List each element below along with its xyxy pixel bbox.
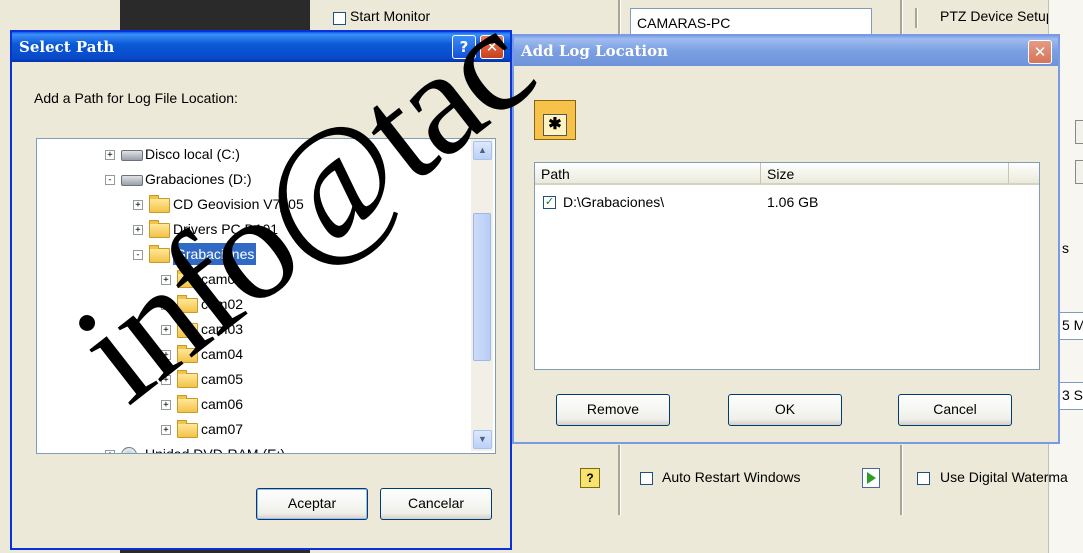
expand-icon[interactable]: + — [105, 150, 115, 160]
right-edge-field[interactable]: 5 M — [1058, 312, 1083, 340]
select-path-title: Select Path — [19, 38, 115, 56]
column-header-size-label: Size — [767, 166, 795, 182]
column-header-size[interactable]: Size — [761, 163, 1009, 185]
close-icon[interactable]: ✕ — [1028, 40, 1052, 64]
tree-node[interactable]: + cam06 — [37, 393, 467, 415]
accept-button[interactable]: Aceptar — [256, 488, 368, 520]
tree-node-label: cam07 — [201, 421, 244, 437]
start-monitor-checkbox[interactable] — [333, 12, 346, 25]
tree-node[interactable]: + Unidad DVD-RAM (E:) — [37, 443, 467, 454]
collapse-icon[interactable]: - — [105, 175, 115, 185]
ptz-setup-label: PTZ Device Setup: — [940, 8, 1058, 24]
digital-watermark-label: Use Digital Waterma — [940, 469, 1068, 485]
right-edge-button[interactable] — [1075, 160, 1083, 184]
cancel-button[interactable]: Cancel — [898, 394, 1012, 426]
column-header-path[interactable]: Path — [535, 163, 761, 185]
tree-node-label: Unidad DVD-RAM (E:) — [145, 446, 286, 454]
log-location-list[interactable]: Path Size ✓ D:\Grabaciones\ 1.06 GB — [534, 162, 1040, 370]
expand-icon[interactable]: + — [161, 425, 171, 435]
select-path-prompt: Add a Path for Log File Location: — [34, 90, 238, 106]
cancel-select-button[interactable]: Cancelar — [380, 488, 492, 520]
divider — [900, 445, 903, 515]
right-edge-value: 5 M — [1062, 317, 1083, 333]
row-path: D:\Grabaciones\ — [563, 194, 665, 210]
divider — [618, 445, 621, 515]
hard-drive-icon — [121, 175, 143, 186]
play-icon[interactable] — [862, 468, 880, 488]
table-row[interactable]: ✓ D:\Grabaciones\ 1.06 GB — [539, 193, 1029, 213]
digital-watermark-checkbox[interactable] — [917, 472, 930, 485]
add-log-location-title: Add Log Location — [521, 42, 669, 60]
tree-node-label: cam06 — [201, 396, 244, 412]
add-log-location-titlebar[interactable]: Add Log Location — [514, 36, 1058, 66]
right-edge-field[interactable]: 3 S — [1058, 382, 1083, 410]
expand-icon[interactable]: + — [105, 450, 115, 453]
computer-name-value: CAMARAS-PC — [637, 15, 731, 31]
row-checkbox[interactable]: ✓ — [543, 196, 556, 209]
tree-node[interactable]: + cam07 — [37, 418, 467, 440]
column-header-path-label: Path — [541, 166, 570, 182]
column-header-empty — [1009, 163, 1039, 185]
folder-icon — [177, 420, 198, 438]
right-edge-value: 3 S — [1062, 387, 1083, 403]
help-icon[interactable]: ? — [580, 468, 600, 488]
divider — [915, 8, 918, 28]
row-size: 1.06 GB — [767, 194, 819, 210]
expand-icon[interactable]: + — [133, 200, 143, 210]
auto-restart-label: Auto Restart Windows — [662, 469, 801, 485]
ok-button[interactable]: OK — [728, 394, 842, 426]
scroll-thumb[interactable] — [473, 213, 491, 361]
add-log-location-dialog: Add Log Location ✕ ✱ Path Size ✓ D:\Grab… — [512, 34, 1060, 444]
remove-button[interactable]: Remove — [556, 394, 670, 426]
dvd-drive-icon — [121, 447, 137, 453]
right-edge-button[interactable] — [1075, 120, 1083, 144]
auto-restart-checkbox[interactable] — [640, 472, 653, 485]
tree-scrollbar[interactable]: ▲ ▼ — [471, 139, 493, 451]
scroll-down-icon[interactable]: ▼ — [473, 430, 492, 449]
hard-drive-icon — [121, 150, 143, 161]
right-edge-label: s — [1062, 240, 1069, 256]
